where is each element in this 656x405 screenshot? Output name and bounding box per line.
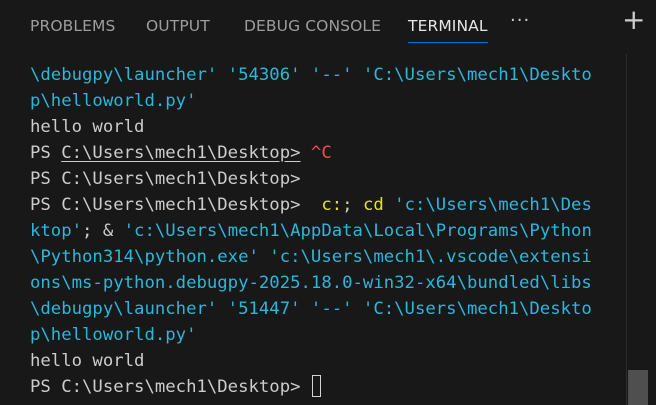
terminal-output[interactable]: \debugpy\launcher' '54306' '--' 'C:\User… — [0, 62, 626, 405]
terminal-text-segment: PS C:\Users\mech1\Desktop> — [30, 195, 322, 215]
more-actions-icon[interactable]: ··· — [510, 10, 530, 31]
terminal-line: p\helloworld.py' — [30, 88, 196, 114]
terminal-line: \Python314\python.exe' 'c:\Users\mech1\.… — [30, 244, 592, 270]
terminal-line: PS C:\Users\mech1\Desktop> — [30, 166, 301, 192]
terminal-text-segment: hello world — [30, 351, 145, 371]
terminal-line: ons\ms-python.debugpy-2025.18.0-win32-x6… — [30, 270, 592, 296]
terminal-scrollbar[interactable] — [626, 54, 656, 405]
terminal-text-segment: C:\Users\mech1\Desktop> — [61, 143, 301, 163]
new-terminal-plus-icon[interactable]: + — [622, 6, 645, 34]
terminal-line: PS C:\Users\mech1\Desktop> — [30, 374, 321, 400]
terminal-text-segment: \debugpy\launcher' '51447' '--' 'C:\User… — [30, 299, 592, 319]
terminal-text-segment: \Python314\python.exe' 'c:\Users\mech1\.… — [30, 247, 592, 267]
terminal-line: \debugpy\launcher' '51447' '--' 'C:\User… — [30, 296, 592, 322]
terminal-text-segment: hello world — [30, 117, 145, 137]
terminal-line: PS C:\Users\mech1\Desktop> c:; cd 'c:\Us… — [30, 192, 592, 218]
tab-terminal[interactable]: TERMINAL — [408, 17, 488, 43]
terminal-text-segment: PS — [30, 143, 62, 163]
terminal-text-segment: ons\ms-python.debugpy-2025.18.0-win32-x6… — [30, 273, 592, 293]
terminal-line: PS C:\Users\mech1\Desktop> ^C — [30, 140, 332, 166]
tab-output[interactable]: OUTPUT — [146, 17, 210, 35]
terminal-line: p\helloworld.py' — [30, 322, 196, 348]
terminal-text-segment: ^C — [310, 143, 332, 163]
terminal-text-segment: ; & — [82, 221, 124, 241]
terminal-text-segment: cd — [362, 195, 384, 215]
panel: PROBLEMS OUTPUT DEBUG CONSOLE TERMINAL ·… — [0, 0, 656, 405]
terminal-line: hello world — [30, 114, 144, 140]
terminal-text-segment: ktop' — [30, 221, 83, 241]
terminal-cursor — [311, 375, 321, 397]
scrollbar-track-border — [626, 54, 627, 405]
terminal-text-segment: p\helloworld.py' — [30, 91, 197, 111]
terminal-text-segment: PS C:\Users\mech1\Desktop> — [30, 169, 301, 189]
terminal-text-segment: c: — [321, 195, 343, 215]
panel-tab-bar: PROBLEMS OUTPUT DEBUG CONSOLE TERMINAL ·… — [0, 0, 656, 54]
terminal-text-segment: p\helloworld.py' — [30, 325, 197, 345]
terminal-line: \debugpy\launcher' '54306' '--' 'C:\User… — [30, 62, 592, 88]
terminal-line: hello world — [30, 348, 144, 374]
scrollbar-thumb[interactable] — [628, 370, 648, 405]
terminal-text-segment: PS C:\Users\mech1\Desktop> — [30, 377, 311, 397]
tab-problems[interactable]: PROBLEMS — [30, 17, 115, 35]
terminal-line: ktop'; & 'c:\Users\mech1\AppData\Local\P… — [30, 218, 592, 244]
tab-debug-console[interactable]: DEBUG CONSOLE — [244, 17, 381, 35]
terminal-text-segment: ; — [342, 195, 363, 215]
terminal-text-segment: \debugpy\launcher' '54306' '--' 'C:\User… — [30, 65, 592, 85]
terminal-text-segment: 'c:\Users\mech1\AppData\Local\Programs\P… — [123, 221, 592, 241]
terminal-text-segment: 'c:\Users\mech1\Des — [383, 195, 592, 215]
